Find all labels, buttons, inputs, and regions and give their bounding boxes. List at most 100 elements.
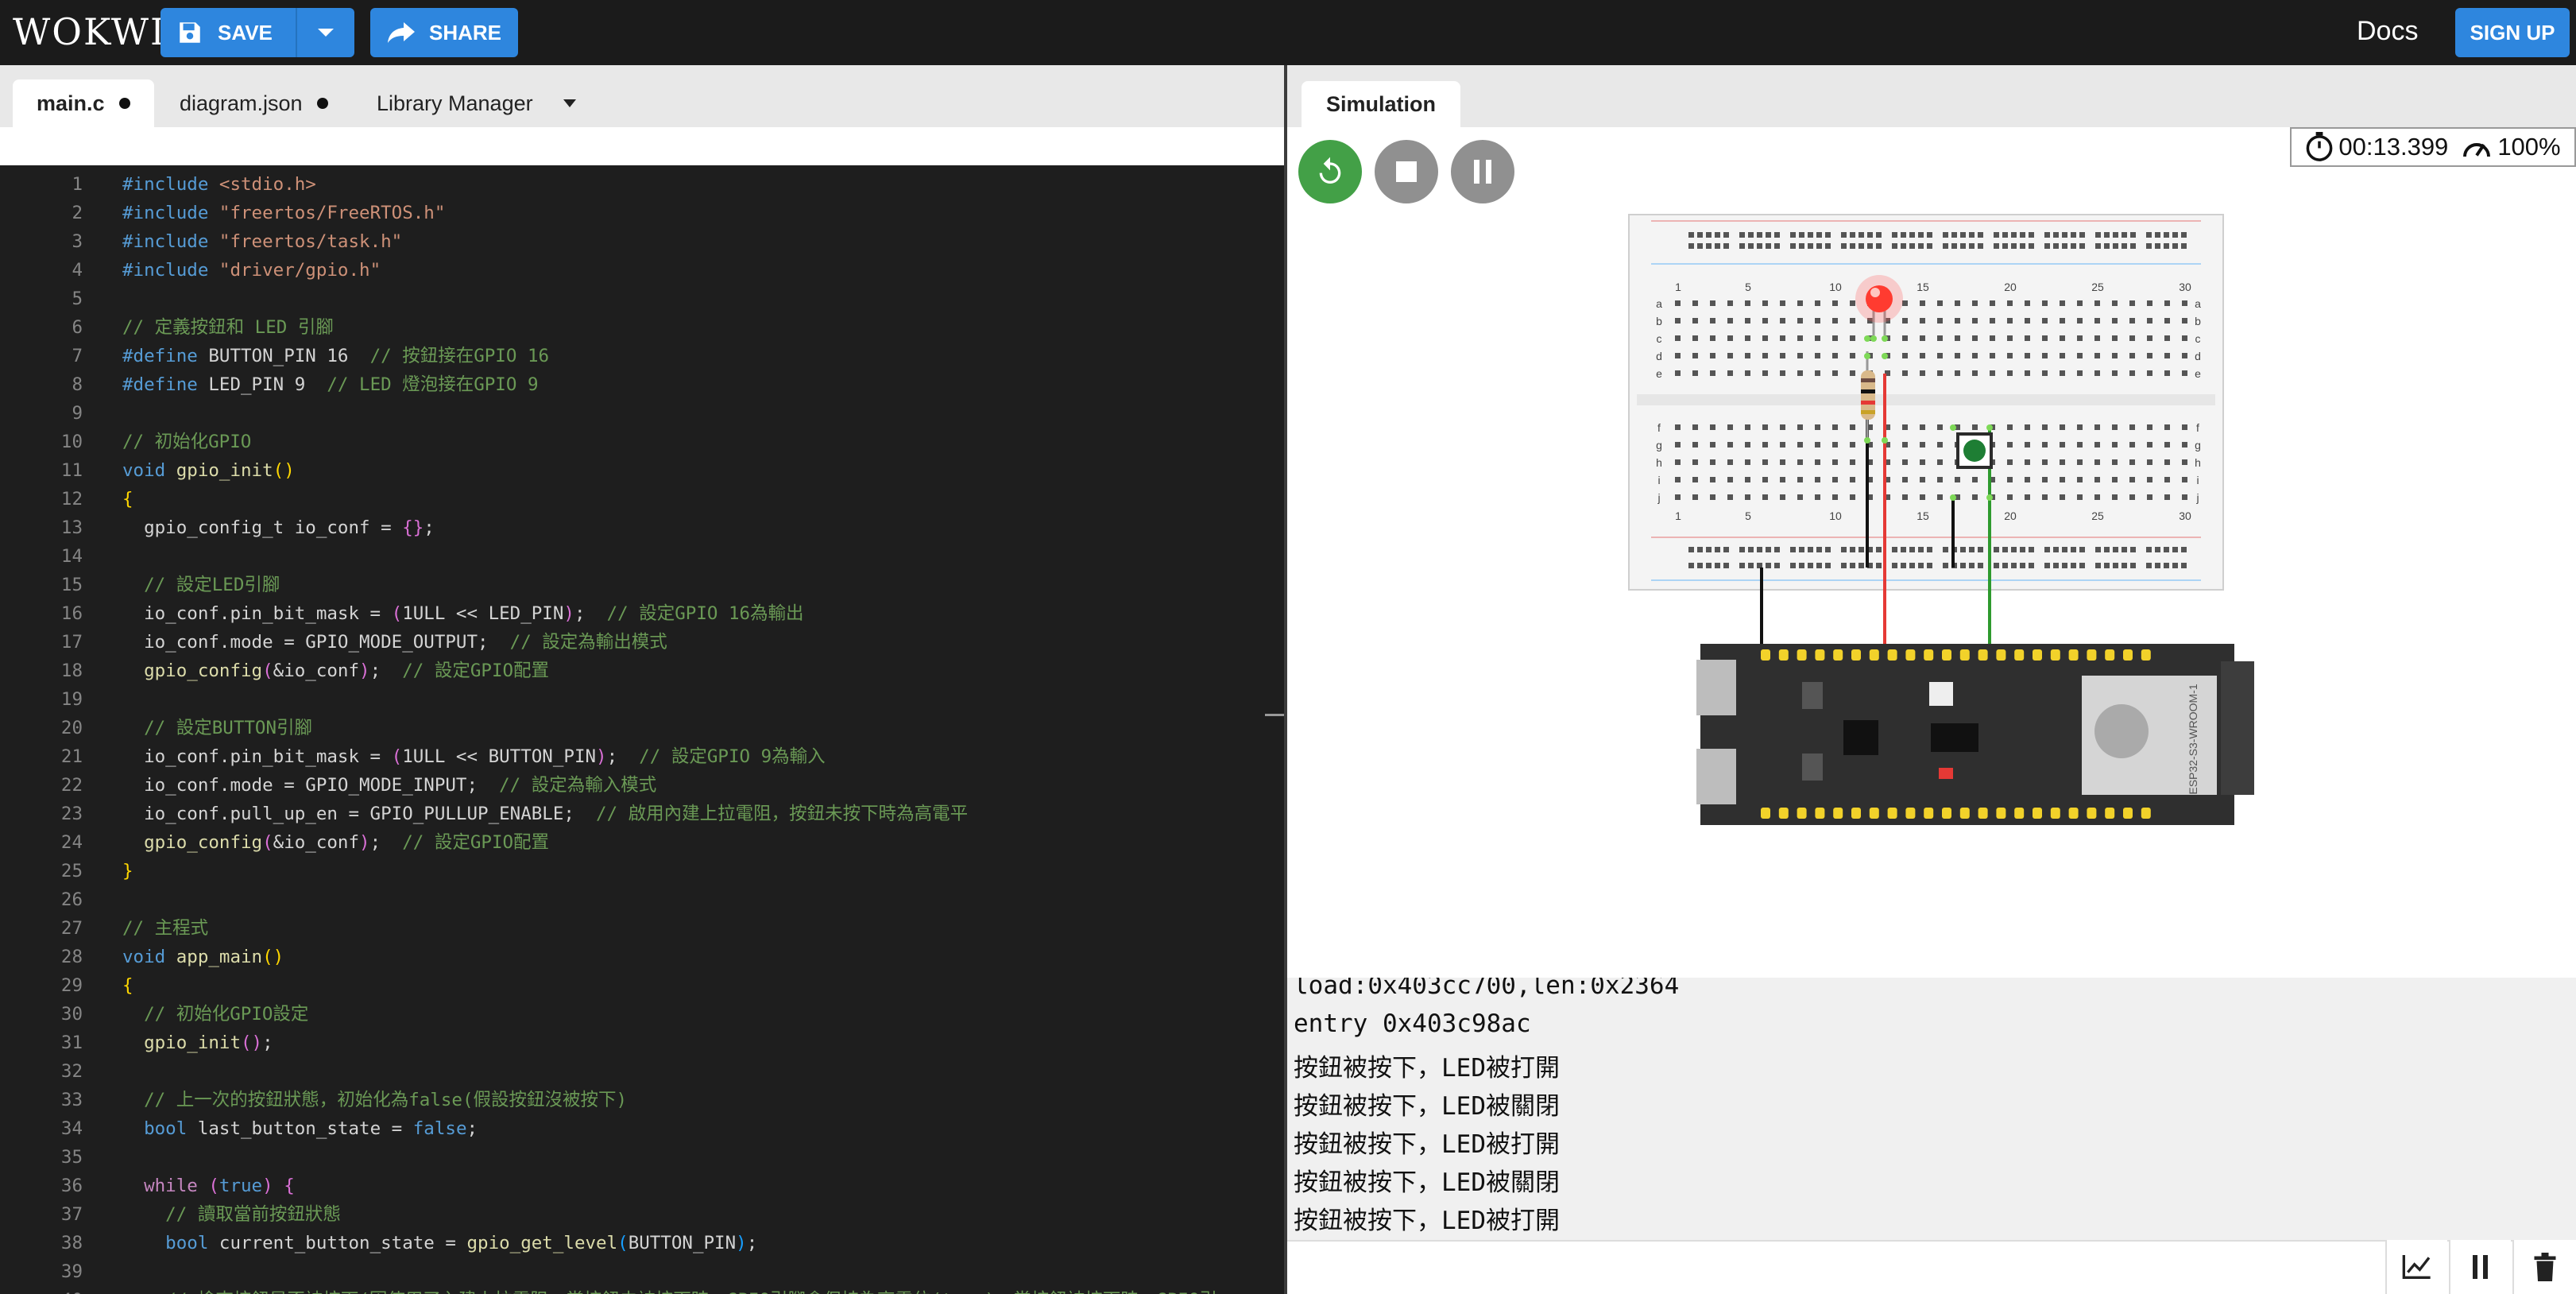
code-line[interactable]: 24 gpio_config(&io_conf); // 設定GPIO配置 — [0, 828, 1271, 857]
line-code: // 初始化GPIO — [122, 428, 251, 456]
breadboard-hole — [2181, 563, 2187, 568]
code-line[interactable]: 2 #include "freertos/FreeRTOS.h" — [0, 199, 1271, 227]
header-pin — [1905, 808, 1916, 819]
code-line[interactable]: 6 // 定義按鈕和 LED 引腳 — [0, 313, 1271, 342]
code-line[interactable]: 16 io_conf.pin_bit_mask = (1ULL << LED_P… — [0, 599, 1271, 628]
code-line[interactable]: 37 // 讀取當前按鈕狀態 — [0, 1200, 1271, 1229]
pause-serial-button[interactable] — [2449, 1240, 2511, 1294]
code-line[interactable]: 35 — [0, 1143, 1271, 1172]
breadboard-hole — [1710, 442, 1715, 447]
breadboard-hole — [1799, 243, 1804, 249]
code-line[interactable]: 4 #include "driver/gpio.h" — [0, 256, 1271, 285]
save-dropdown-button[interactable] — [297, 8, 354, 57]
code-line[interactable]: 27 // 主程式 — [0, 914, 1271, 943]
code-line[interactable]: 20 // 設定BUTTON引腳 — [0, 714, 1271, 742]
line-code: void gpio_init() — [122, 456, 295, 485]
sign-up-button[interactable]: SIGN UP — [2455, 8, 2570, 57]
tab-diagram-json[interactable]: diagram.json — [180, 79, 328, 127]
line-code: #define BUTTON_PIN 16 // 按鈕接在GPIO 16 — [122, 342, 549, 370]
code-line[interactable]: 23 io_conf.pull_up_en = GPIO_PULLUP_ENAB… — [0, 800, 1271, 828]
code-line[interactable]: 25} — [0, 857, 1271, 885]
line-code: #include "freertos/FreeRTOS.h" — [122, 199, 445, 227]
tab-simulation[interactable]: Simulation — [1302, 81, 1460, 127]
code-line[interactable]: 19 — [0, 685, 1271, 714]
code-line[interactable]: 30 // 初始化GPIO設定 — [0, 1000, 1271, 1029]
code-line[interactable]: 22 io_conf.mode = GPIO_MODE_INPUT; // 設定… — [0, 771, 1271, 800]
breadboard-hole — [1692, 442, 1698, 447]
code-line[interactable]: 11 void gpio_init() — [0, 456, 1271, 485]
breadboard-hole — [1739, 547, 1745, 552]
code-line[interactable]: 8 #define LED_PIN 9 // LED 燈泡接在GPIO 9 — [0, 370, 1271, 399]
breadboard-hole — [1841, 547, 1847, 552]
circuit-diagram[interactable]: 115510101515202025253030a ab bc cd de ef fg gh h… — [1287, 127, 2576, 978]
code-line[interactable]: 9 — [0, 399, 1271, 428]
code-token: ) — [262, 1176, 284, 1196]
tab-main-c[interactable]: main.c — [13, 79, 154, 127]
code-line[interactable]: 34 bool last_button_state = false; — [0, 1114, 1271, 1143]
breadboard-hole — [1969, 563, 1975, 568]
share-button[interactable]: SHARE — [370, 8, 518, 57]
line-number: 28 — [60, 947, 83, 967]
breadboard-hole — [2122, 243, 2127, 249]
header-pin — [1833, 649, 1843, 661]
code-line[interactable]: 17 io_conf.mode = GPIO_MODE_OUTPUT; // 設… — [0, 628, 1271, 657]
save-button[interactable]: SAVE — [161, 8, 296, 57]
breadboard-hole — [1902, 318, 1908, 324]
code-line[interactable]: 31 gpio_init(); — [0, 1029, 1271, 1057]
code-line[interactable]: 40 // 檢查按鈕是否被按下(因使用了內建上拉電阻，當按鈕未被按下時，GPIO… — [0, 1286, 1271, 1294]
breadboard-hole — [2007, 459, 2013, 465]
breadboard-hole — [2007, 494, 2013, 500]
code-line[interactable]: 36 while (true) { — [0, 1172, 1271, 1200]
breadboard-hole — [2104, 232, 2110, 238]
column-number-label: 5 — [1745, 281, 1751, 293]
code-line[interactable]: 18 gpio_config(&io_conf); // 設定GPIO配置 — [0, 657, 1271, 685]
code-line[interactable]: 26 — [0, 885, 1271, 914]
code-line[interactable]: 10 // 初始化GPIO — [0, 428, 1271, 456]
code-line[interactable]: 28 void app_main() — [0, 943, 1271, 971]
code-line[interactable]: 21 io_conf.pin_bit_mask = (1ULL << BUTTO… — [0, 742, 1271, 771]
code-token: ) — [596, 746, 607, 767]
breadboard-hole — [1774, 547, 1780, 552]
simulation-canvas[interactable]: 1 1 5 5 10 10 15 15 20 20 25 25 30 30 a a b b c c d d e e f f g g h h… — [1287, 127, 2576, 978]
breadboard-hole — [1876, 547, 1882, 552]
code-editor[interactable]: 1 #include <stdio.h> 2 #include "freertos/F… — [0, 165, 1284, 1294]
code-line[interactable]: 5 — [0, 285, 1271, 313]
code-line[interactable]: 39 — [0, 1257, 1271, 1286]
code-line[interactable]: 33 // 上一次的按鈕狀態，初始化為false(假設按鈕沒被按下) — [0, 1086, 1271, 1114]
serial-input-bar[interactable] — [1287, 1240, 2576, 1294]
code-line[interactable]: 32 — [0, 1057, 1271, 1086]
code-line[interactable]: 38 bool current_button_state = gpio_get_… — [0, 1229, 1271, 1257]
editor-scrollbar-marker[interactable] — [1265, 714, 1284, 716]
code-line[interactable]: 29 { — [0, 971, 1271, 1000]
timer-value: 00:13.399 — [2338, 133, 2449, 161]
code-line[interactable]: 13 gpio_config_t io_conf = {}; — [0, 513, 1271, 542]
clear-serial-button[interactable] — [2512, 1240, 2576, 1294]
breadboard-hole — [2182, 300, 2187, 306]
header-pin — [2141, 808, 2151, 819]
plotter-button[interactable] — [2385, 1240, 2447, 1294]
breadboard-hole — [1815, 442, 1820, 447]
wokwi-logo[interactable]: WOKWI — [13, 6, 166, 57]
code-line[interactable]: 1 #include <stdio.h> — [0, 170, 1271, 199]
code-line[interactable]: 12 { — [0, 485, 1271, 513]
breadboard-hole — [1727, 300, 1733, 306]
breadboard-hole — [2079, 563, 2085, 568]
breadboard-hole — [2025, 477, 2030, 482]
tab-library-manager[interactable]: Library Manager — [377, 79, 533, 127]
code-line[interactable]: 7 #define BUTTON_PIN 16 // 按鈕接在GPIO 16 — [0, 342, 1271, 370]
breadboard-hole — [1816, 563, 1822, 568]
breadboard-hole — [1972, 477, 1978, 482]
breadboard-hole — [1901, 243, 1906, 249]
code-line[interactable]: 14 — [0, 542, 1271, 571]
serial-monitor[interactable]: load:0x403cc700,len:0x2364 entry 0x403c98… — [1287, 978, 2576, 1240]
row-letter-label: f — [2196, 421, 2199, 434]
code-token: 1ULL << LED_PIN — [402, 603, 564, 624]
tabs-menu-button[interactable] — [563, 79, 577, 127]
docs-link[interactable]: Docs — [2357, 16, 2418, 47]
code-line[interactable]: 3 #include "freertos/task.h" — [0, 227, 1271, 256]
breadboard-hole — [1859, 243, 1864, 249]
breadboard-hole — [2053, 232, 2059, 238]
boot-button — [1802, 682, 1823, 709]
code-line[interactable]: 15 // 設定LED引腳 — [0, 571, 1271, 599]
line-number: 35 — [60, 1147, 83, 1168]
